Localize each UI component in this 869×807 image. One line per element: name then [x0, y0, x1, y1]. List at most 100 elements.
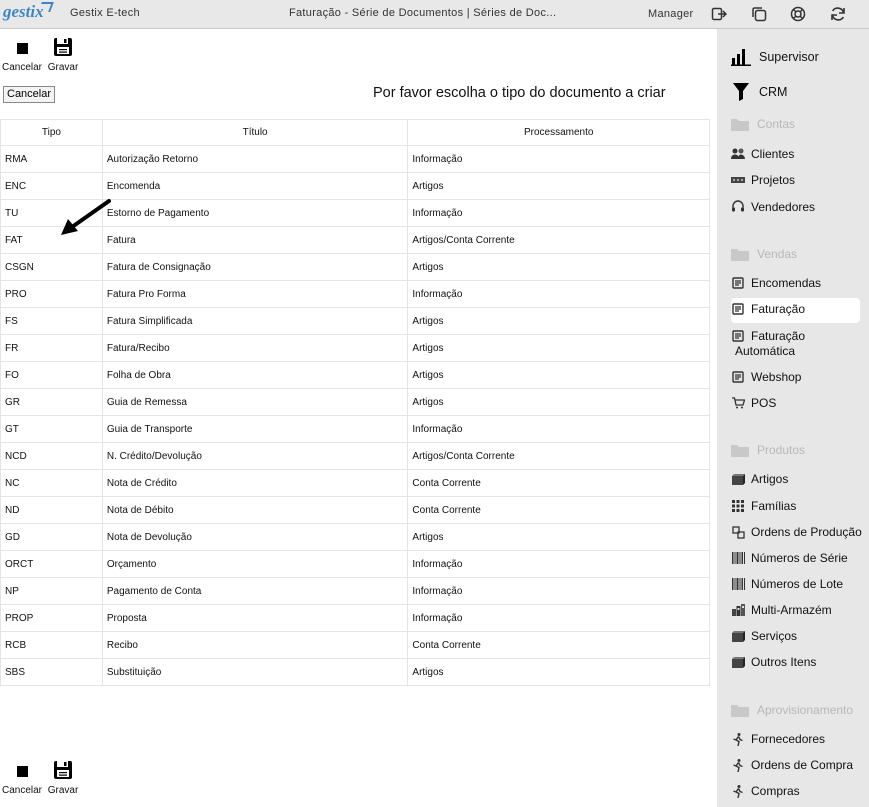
- refresh-icon[interactable]: [830, 6, 846, 22]
- cell-processamento[interactable]: Informação: [407, 199, 710, 227]
- cell-processamento[interactable]: Conta Corrente: [407, 631, 710, 659]
- sidebar-item-numeros-lote[interactable]: Números de Lote: [731, 577, 843, 591]
- cell-processamento[interactable]: Conta Corrente: [407, 496, 710, 524]
- cancel-button[interactable]: Cancelar: [3, 86, 56, 103]
- table-row[interactable]: GR Guia de Remessa Artigos: [0, 388, 710, 416]
- cell-tipo[interactable]: CSGN: [0, 253, 103, 281]
- sidebar-item-faturacao[interactable]: Faturação: [731, 302, 805, 316]
- table-row[interactable]: ND Nota de Débito Conta Corrente: [0, 496, 710, 524]
- table-row[interactable]: RMA Autorização Retorno Informação: [0, 145, 710, 173]
- cell-tipo[interactable]: ORCT: [0, 550, 103, 578]
- user-name[interactable]: Manager: [648, 8, 694, 20]
- cell-tipo[interactable]: NC: [0, 469, 103, 497]
- cell-tipo[interactable]: PRO: [0, 280, 103, 308]
- sidebar-item-webshop[interactable]: Webshop: [731, 370, 801, 384]
- sidebar-item-familias[interactable]: Famílias: [731, 499, 796, 513]
- sidebar-item-encomendas[interactable]: Encomendas: [731, 276, 821, 290]
- table-row[interactable]: NCD N. Crédito/Devolução Artigos/Conta Cor…: [0, 442, 710, 470]
- cell-titulo[interactable]: Guia de Transporte: [101, 415, 409, 443]
- cell-titulo[interactable]: N. Crédito/Devolução: [101, 442, 409, 470]
- sidebar-item-numeros-serie[interactable]: Números de Série: [731, 551, 848, 565]
- table-row[interactable]: GT Guia de Transporte Informação: [0, 415, 710, 443]
- cell-titulo[interactable]: Recibo: [101, 631, 409, 659]
- table-row[interactable]: PROP Proposta Informação: [0, 604, 710, 632]
- sidebar-item-vendedores[interactable]: Vendedores: [731, 200, 815, 214]
- cell-titulo[interactable]: Fatura Pro Forma: [101, 280, 409, 308]
- sidebar-item-fornecedores[interactable]: Fornecedores: [731, 732, 825, 746]
- cell-processamento[interactable]: Artigos: [407, 334, 710, 362]
- cell-tipo[interactable]: FS: [0, 307, 103, 335]
- sidebar-item-ordens-producao[interactable]: Ordens de Produção: [731, 525, 862, 539]
- cell-tipo[interactable]: FO: [0, 361, 103, 389]
- sidebar-item-artigos[interactable]: Artigos: [731, 472, 788, 486]
- table-row[interactable]: GD Nota de Devolução Artigos: [0, 523, 710, 551]
- cell-titulo[interactable]: Fatura de Consignação: [101, 253, 409, 281]
- sidebar-item-clientes[interactable]: Clientes: [731, 147, 794, 161]
- cell-processamento[interactable]: Artigos: [407, 388, 710, 416]
- table-row[interactable]: FO Folha de Obra Artigos: [0, 361, 710, 389]
- cell-titulo[interactable]: Fatura: [101, 226, 409, 254]
- table-row[interactable]: FR Fatura/Recibo Artigos: [0, 334, 710, 362]
- table-row[interactable]: CSGN Fatura de Consignação Artigos: [0, 253, 710, 281]
- sidebar-item-faturacao-automatica[interactable]: Faturação: [731, 329, 805, 343]
- sidebar-item-faturacao-automatica-line2[interactable]: Automática: [735, 344, 795, 358]
- sidebar-item-compras[interactable]: Compras: [731, 784, 800, 798]
- table-row[interactable]: NC Nota de Crédito Conta Corrente: [0, 469, 710, 497]
- sidebar-section-aprovisionamento[interactable]: Aprovisionamento: [731, 703, 853, 717]
- cell-titulo[interactable]: Encomenda: [101, 172, 409, 200]
- cell-titulo[interactable]: Nota de Devolução: [101, 523, 409, 551]
- cell-titulo[interactable]: Pagamento de Conta: [101, 577, 409, 605]
- cell-processamento[interactable]: Artigos: [407, 307, 710, 335]
- cancel-tool-button-bottom[interactable]: Cancelar: [0, 761, 44, 796]
- cell-tipo[interactable]: GD: [0, 523, 103, 551]
- cell-processamento[interactable]: Informação: [407, 280, 710, 308]
- cell-tipo[interactable]: ND: [0, 496, 103, 524]
- sidebar-item-pos[interactable]: POS: [731, 396, 776, 410]
- cell-titulo[interactable]: Guia de Remessa: [101, 388, 409, 416]
- cell-processamento[interactable]: Artigos: [407, 253, 710, 281]
- sidebar-section-vendas[interactable]: Vendas: [731, 247, 797, 261]
- gestix-logo[interactable]: gestix: [3, 2, 44, 22]
- cell-tipo[interactable]: GT: [0, 415, 103, 443]
- cell-processamento[interactable]: Artigos/Conta Corrente: [407, 442, 710, 470]
- sidebar-item-ordens-compra[interactable]: Ordens de Compra: [731, 758, 853, 772]
- cell-processamento[interactable]: Informação: [407, 577, 710, 605]
- cell-titulo[interactable]: Orçamento: [101, 550, 409, 578]
- table-row[interactable]: ORCT Orçamento Informação: [0, 550, 710, 578]
- cell-tipo[interactable]: RMA: [0, 145, 103, 173]
- sidebar-item-supervisor[interactable]: Supervisor: [731, 47, 819, 67]
- cell-tipo[interactable]: PROP: [0, 604, 103, 632]
- cell-tipo[interactable]: NP: [0, 577, 103, 605]
- sidebar-item-outros-itens[interactable]: Outros Itens: [731, 655, 816, 669]
- cell-processamento[interactable]: Artigos: [407, 523, 710, 551]
- table-row[interactable]: SBS Substituição Artigos: [0, 658, 710, 686]
- cell-processamento[interactable]: Informação: [407, 415, 710, 443]
- cell-processamento[interactable]: Informação: [407, 145, 710, 173]
- table-row[interactable]: NP Pagamento de Conta Informação: [0, 577, 710, 605]
- cell-tipo[interactable]: NCD: [0, 442, 103, 470]
- sidebar-item-crm[interactable]: CRM: [731, 82, 787, 102]
- cell-titulo[interactable]: Fatura Simplificada: [101, 307, 409, 335]
- cell-tipo[interactable]: GR: [0, 388, 103, 416]
- save-tool-button-bottom[interactable]: Gravar: [41, 760, 85, 796]
- cell-processamento[interactable]: Informação: [407, 550, 710, 578]
- cell-titulo[interactable]: Substituição: [101, 658, 409, 686]
- cell-titulo[interactable]: Folha de Obra: [101, 361, 409, 389]
- cell-processamento[interactable]: Artigos: [407, 172, 710, 200]
- cell-titulo[interactable]: Proposta: [101, 604, 409, 632]
- save-tool-button[interactable]: Gravar: [41, 37, 85, 73]
- logout-icon[interactable]: [711, 6, 728, 22]
- sidebar-item-servicos[interactable]: Serviços: [731, 629, 797, 643]
- table-row[interactable]: ENC Encomenda Artigos: [0, 172, 710, 200]
- cell-tipo[interactable]: RCB: [0, 631, 103, 659]
- help-lifebuoy-icon[interactable]: [790, 6, 806, 22]
- windows-icon[interactable]: [751, 6, 767, 22]
- cell-tipo[interactable]: ENC: [0, 172, 103, 200]
- cancel-tool-button[interactable]: Cancelar: [0, 38, 44, 73]
- sidebar-item-multi-armazem[interactable]: Multi-Armazém: [731, 603, 832, 617]
- cell-titulo[interactable]: Fatura/Recibo: [101, 334, 409, 362]
- cell-tipo[interactable]: SBS: [0, 658, 103, 686]
- cell-processamento[interactable]: Informação: [407, 604, 710, 632]
- cell-processamento[interactable]: Artigos/Conta Corrente: [407, 226, 710, 254]
- column-header-titulo[interactable]: Título: [101, 119, 409, 146]
